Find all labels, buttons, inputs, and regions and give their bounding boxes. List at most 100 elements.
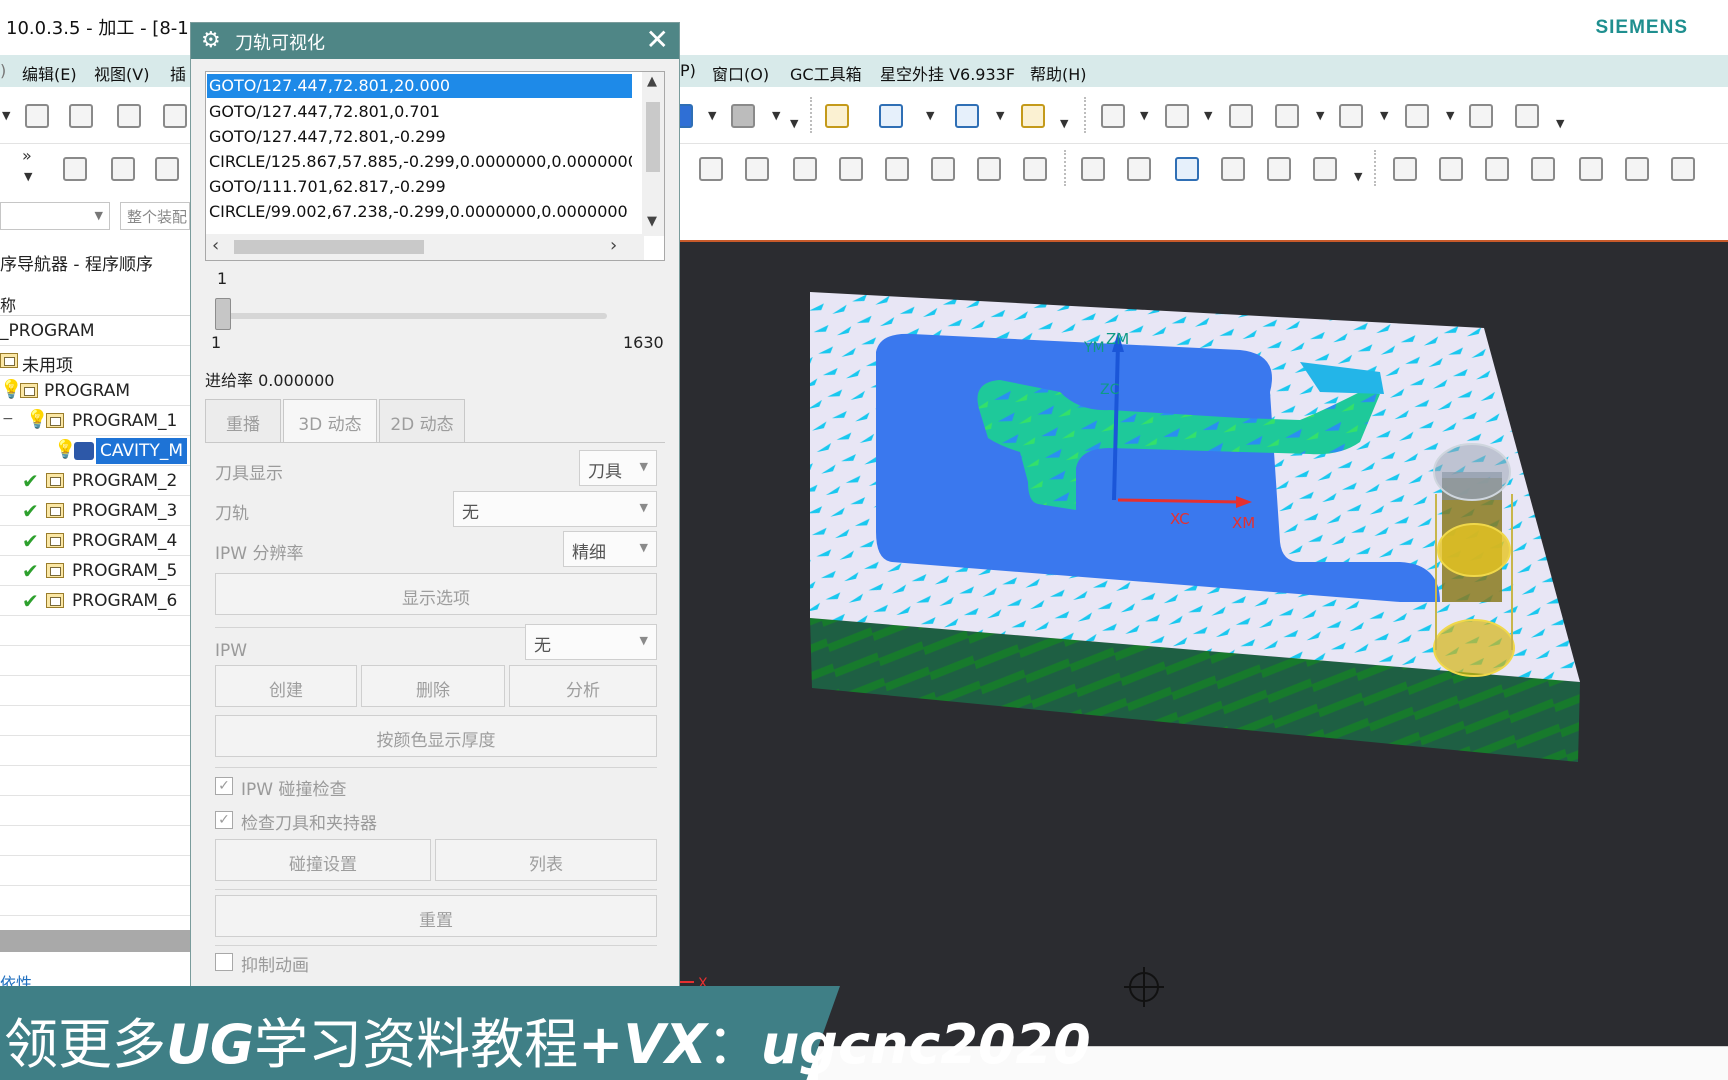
tab-replay[interactable]: 重播 — [205, 399, 281, 443]
component-icon[interactable] — [1336, 101, 1366, 131]
close-button[interactable]: ✕ — [646, 25, 669, 55]
scroll-up-icon[interactable]: ▲ — [647, 74, 657, 89]
dropdown-arrow-icon[interactable]: ▼ — [1446, 109, 1454, 122]
section-icon[interactable] — [1402, 101, 1432, 131]
ipw-resolution-dropdown[interactable]: 精细 ▼ — [563, 531, 657, 567]
navigator-horizontal-scrollbar[interactable] — [0, 930, 190, 952]
nav-row-program-2[interactable]: ✔ PROGRAM_2 — [0, 466, 190, 496]
dropdown-arrow-icon[interactable]: ▼ — [926, 109, 934, 122]
feed-icon[interactable] — [1078, 154, 1108, 184]
snap-icon[interactable] — [952, 101, 982, 131]
text-op-icon[interactable] — [1576, 154, 1606, 184]
tab-3d-dynamic[interactable]: 3D 动态 — [283, 399, 377, 443]
list-tools-icon[interactable] — [1264, 154, 1294, 184]
gcode-line[interactable]: GOTO/127.447,72.801,0.701 — [207, 100, 632, 124]
assembly-combo[interactable]: 整个装配 — [120, 202, 190, 230]
postprocess-icon[interactable] — [974, 154, 1004, 184]
create-tool-icon[interactable] — [108, 154, 138, 184]
collapse-icon[interactable]: − — [2, 411, 14, 427]
menu-edit[interactable]: 编辑(E) — [22, 61, 77, 85]
graphics-viewport[interactable]: ZM YM ZC XC XM X — [680, 240, 1728, 1048]
nav-row-root[interactable]: _PROGRAM — [0, 316, 190, 346]
nav-row-program-1[interactable]: − 💡 PROGRAM_1 — [0, 406, 190, 436]
toolbar-more[interactable]: » — [22, 146, 32, 165]
scroll-down-icon[interactable]: ▼ — [647, 214, 657, 229]
dialog-header[interactable]: ⚙ 刀轨可视化 ✕ — [191, 23, 679, 59]
nav-row-program-6[interactable]: ✔ PROGRAM_6 — [0, 586, 190, 616]
delete-op-icon[interactable] — [1622, 154, 1652, 184]
delete-button[interactable]: 删除 — [361, 665, 505, 707]
tab-2d-dynamic[interactable]: 2D 动态 — [379, 399, 465, 443]
layer-icon[interactable] — [1272, 101, 1302, 131]
filter-combo[interactable]: ▼ — [0, 202, 110, 230]
path-edit-icon[interactable] — [742, 154, 772, 184]
output-cls-icon[interactable] — [1172, 154, 1202, 184]
gcode-line[interactable]: GOTO/127.447,72.801,20.000 — [207, 74, 632, 98]
navigator-column-header[interactable]: 称 — [0, 286, 190, 316]
create-button[interactable]: 创建 — [215, 665, 357, 707]
display-mode-icon[interactable] — [728, 101, 758, 131]
generate-icon[interactable] — [790, 154, 820, 184]
play-toolpath-icon[interactable] — [876, 101, 906, 131]
ruler-icon[interactable] — [1018, 101, 1048, 131]
edit-op-icon[interactable] — [1528, 154, 1558, 184]
dropdown-arrow-icon[interactable]: ▼ — [24, 170, 32, 183]
nav-row-program-4[interactable]: ✔ PROGRAM_4 — [0, 526, 190, 556]
gcode-horizontal-scrollbar[interactable]: ‹ › — [206, 234, 644, 260]
dropdown-arrow-icon[interactable]: ▼ — [1380, 109, 1388, 122]
check-tool-holder-checkbox[interactable]: ✓ — [215, 811, 233, 829]
save-icon[interactable] — [114, 101, 144, 131]
dropdown-arrow-icon[interactable]: ▼ — [1316, 109, 1324, 122]
menu-view[interactable]: 视图(V) — [94, 61, 149, 85]
reset-button[interactable]: 重置 — [215, 895, 657, 937]
suppress-animation-checkbox[interactable] — [215, 953, 233, 971]
open-folder-icon[interactable] — [66, 101, 96, 131]
ipw-dropdown[interactable]: 无 ▼ — [525, 624, 657, 660]
nav-row-cavity-mill[interactable]: 💡 CAVITY_M — [0, 436, 190, 466]
cutter-icon[interactable] — [696, 154, 726, 184]
shop-doc-icon[interactable] — [1020, 154, 1050, 184]
create-geometry-icon[interactable] — [152, 154, 182, 184]
display-options-button[interactable]: 显示选项 — [215, 573, 657, 615]
ipw-collision-checkbox[interactable]: ✓ — [215, 777, 233, 795]
gcode-line[interactable]: CIRCLE/99.002,67.238,-0.299,0.0000000,0.… — [207, 200, 632, 224]
menu-partial[interactable]: P) — [680, 61, 696, 80]
dropdown-arrow-icon[interactable]: ▼ — [772, 109, 780, 122]
csys-icon[interactable] — [1512, 101, 1542, 131]
gcode-line[interactable]: CIRCLE/125.867,57.885,-0.299,0.0000000,0… — [207, 150, 632, 174]
view-filter-icon[interactable] — [1098, 101, 1128, 131]
object-icon[interactable] — [1310, 154, 1340, 184]
dropdown-arrow-icon[interactable]: ▼ — [2, 109, 10, 122]
dropdown-arrow-icon[interactable]: ▼ — [1354, 170, 1362, 183]
method-icon[interactable] — [1124, 154, 1154, 184]
menu-insert[interactable]: 插 — [170, 61, 186, 85]
measure-tool-icon[interactable] — [822, 101, 852, 131]
color-thickness-button[interactable]: 按颜色显示厚度 — [215, 715, 657, 757]
dropdown-arrow-icon[interactable]: ▼ — [1140, 109, 1148, 122]
dropdown-arrow-icon[interactable]: ▼ — [708, 109, 716, 122]
nav-row-program[interactable]: 💡 PROGRAM — [0, 376, 190, 406]
menu-plugin[interactable]: 星空外挂 V6.933F — [880, 61, 1015, 85]
tool-display-dropdown[interactable]: 刀具 ▼ — [579, 450, 657, 486]
assembly-icon[interactable] — [1466, 101, 1496, 131]
replay-icon[interactable] — [836, 154, 866, 184]
gcode-line[interactable]: GOTO/111.701,62.817,-0.299 — [207, 175, 632, 199]
time-icon[interactable] — [1218, 154, 1248, 184]
scrollbar-thumb[interactable] — [646, 102, 660, 172]
dropdown-arrow-icon[interactable]: ▼ — [1556, 117, 1564, 130]
nav-row-program-5[interactable]: ✔ PROGRAM_5 — [0, 556, 190, 586]
dropdown-arrow-icon[interactable]: ▼ — [996, 109, 1004, 122]
list-button[interactable]: 列表 — [435, 839, 657, 881]
scroll-right-icon[interactable]: › — [610, 235, 617, 256]
animation-slider-thumb[interactable] — [215, 298, 231, 330]
analyze-button[interactable]: 分析 — [509, 665, 657, 707]
move-op-icon[interactable] — [1482, 154, 1512, 184]
animation-slider-track[interactable] — [219, 313, 607, 319]
dropdown-arrow-icon[interactable]: ▼ — [790, 117, 798, 130]
scroll-left-icon[interactable]: ‹ — [212, 235, 219, 256]
gcode-list[interactable]: GOTO/127.447,72.801,20.000 GOTO/127.447,… — [205, 71, 665, 261]
nav-row-program-3[interactable]: ✔ PROGRAM_3 — [0, 496, 190, 526]
dropdown-arrow-icon[interactable]: ▼ — [1204, 109, 1212, 122]
simulate-icon[interactable] — [928, 154, 958, 184]
gcode-line[interactable]: GOTO/127.447,72.801,-0.299 — [207, 125, 632, 149]
